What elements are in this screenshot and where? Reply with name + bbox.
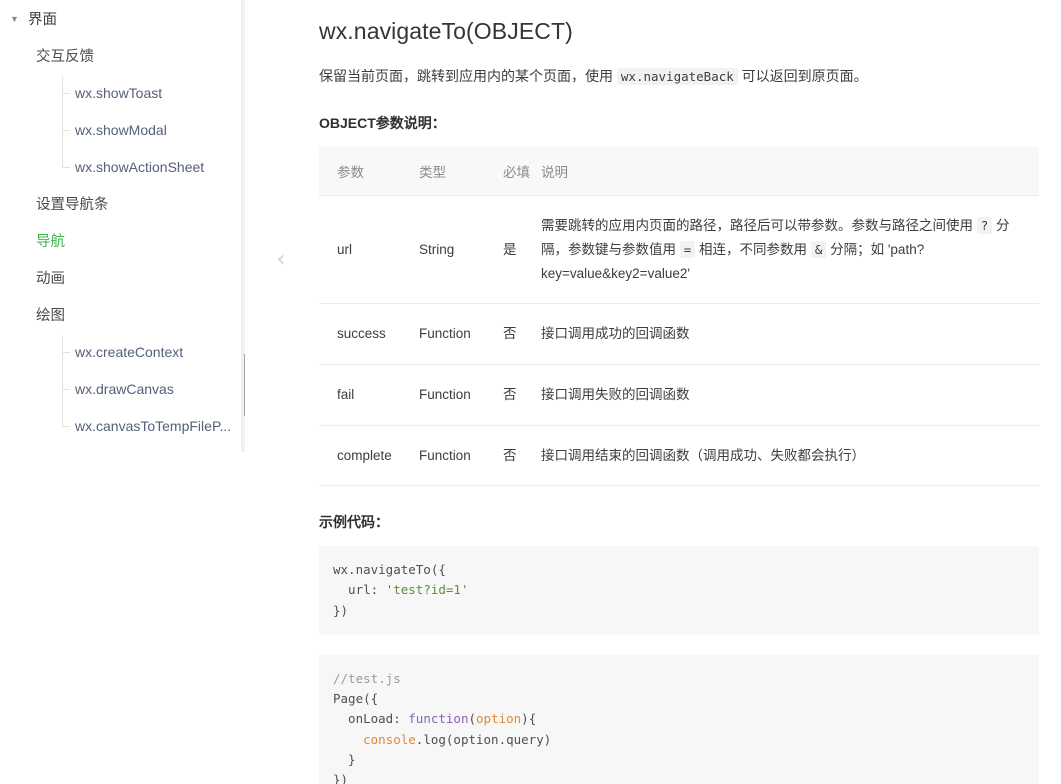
code1-token-str: 'test?id=1' — [385, 582, 469, 598]
sidebar-item-label: wx.showModal — [75, 121, 167, 138]
tree-guide-tick — [62, 166, 70, 168]
tree-guide-tick — [62, 351, 70, 353]
tree-guide-tick — [62, 388, 70, 390]
cell-param: success — [319, 303, 419, 365]
sidebar-item-1[interactable]: 交互反馈 — [0, 37, 245, 74]
cell-description: 接口调用失败的回调函数 — [541, 364, 1039, 426]
params-table-head: 参数 类型 必填 说明 — [319, 147, 1039, 197]
sidebar-item-5[interactable]: 设置导航条 — [0, 185, 245, 222]
chevron-down-icon[interactable]: ▼ — [10, 15, 22, 24]
sidebar-item-label: 绘图 — [36, 308, 65, 324]
sidebar-item-10[interactable]: wx.drawCanvas — [0, 370, 245, 407]
sidebar-item-8[interactable]: 绘图 — [0, 296, 245, 333]
example-code-heading: 示例代码： — [319, 514, 389, 531]
code2-token-var: option — [476, 711, 522, 727]
code2-token-com: //test.js — [333, 670, 401, 686]
sidebar-item-7[interactable]: 动画 — [0, 259, 245, 296]
cell-description: 接口调用成功的回调函数 — [541, 303, 1039, 365]
column-header-desc: 说明 — [541, 147, 1039, 197]
column-header-required: 必填 — [503, 147, 541, 197]
sidebar-scrollbar-track[interactable] — [241, 0, 245, 452]
table-row: url String 是需要跳转的应用内页面的路径，路径后可以带参数。参数与路径之间… — [319, 195, 1039, 305]
column-header-param: 参数 — [319, 147, 419, 197]
column-header-type: 类型 — [419, 147, 503, 197]
code-block-page-onload-example: //test.js Page({ onLoad: function(option… — [319, 654, 1039, 784]
sidebar-item-2[interactable]: wx.showToast — [0, 74, 245, 111]
page-title: wx.navigateTo(OBJECT) — [319, 18, 573, 44]
sidebar-item-label: wx.canvasToTempFileP... — [75, 417, 232, 434]
sidebar-item-label: wx.showActionSheet — [75, 158, 205, 175]
sidebar-item-label: 导航 — [36, 234, 65, 250]
cell-type: Function — [419, 425, 503, 487]
cell-description: 接口调用结束的回调函数（调用成功、失败都会执行） — [541, 425, 1039, 487]
cell-type: String — [419, 195, 503, 305]
sidebar-item-label: 动画 — [36, 271, 65, 287]
sidebar-item-9[interactable]: wx.createContext — [0, 333, 245, 370]
table-row: fail Function 否接口调用失败的回调函数 — [319, 364, 1039, 426]
tree-guide-tick — [62, 425, 70, 427]
cell-required: 否 — [503, 425, 541, 487]
object-params-heading: OBJECT参数说明： — [319, 115, 446, 132]
sidebar-item-label: wx.showToast — [75, 84, 163, 101]
description-text-before: 保留当前页面，跳转到应用内的某个页面，使用 — [319, 68, 617, 84]
description-text-after: 可以返回到原页面。 — [737, 68, 868, 84]
cell-param: url — [319, 195, 419, 305]
tree-guide-line — [62, 76, 63, 167]
inline-code: ? — [976, 217, 993, 235]
cell-type: Function — [419, 303, 503, 365]
sidebar-collapse-chevron-left-icon[interactable]: ‹ — [268, 243, 294, 277]
sidebar-item-label: 界面 — [28, 12, 57, 28]
cell-param: complete — [319, 425, 419, 487]
page-description: 保留当前页面，跳转到应用内的某个页面，使用 wx.navigateBack 可以… — [319, 65, 1040, 87]
sidebar-item-6[interactable]: 导航 — [0, 222, 245, 259]
sidebar-item-label: wx.createContext — [75, 343, 184, 360]
table-row: complete Function 否接口调用结束的回调函数（调用成功、失败都会执行… — [319, 425, 1039, 487]
cell-description: 需要跳转的应用内页面的路径，路径后可以带参数。参数与路径之间使用 ? 分隔，参数… — [541, 195, 1039, 305]
table-header-row: 参数 类型 必填 说明 — [319, 147, 1039, 197]
scroll-up-arrow-icon[interactable] — [242, 2, 245, 18]
code-block-spacer — [319, 635, 1040, 641]
tree-guide-tick — [62, 129, 70, 131]
cell-param: fail — [319, 364, 419, 426]
documentation-page: ▼ 界面交互反馈 wx.showToast wx.showModal wx.showAc… — [0, 0, 1061, 784]
cell-required: 否 — [503, 303, 541, 365]
tree-guide-tick — [62, 92, 70, 94]
sidebar-item-4[interactable]: wx.showActionSheet — [0, 148, 245, 185]
params-table: 参数 类型 必填 说明 url String 是需要跳转的应用内页面的路径，路径后可… — [319, 147, 1039, 487]
table-row: success Function 否接口调用成功的回调函数 — [319, 303, 1039, 365]
inline-code: = — [679, 241, 696, 259]
sidebar-navigation-tree: ▼ 界面交互反馈 wx.showToast wx.showModal wx.showAc… — [0, 0, 245, 784]
sidebar-scrollbar-thumb[interactable] — [244, 354, 245, 416]
code2-token-kw: function — [408, 711, 469, 727]
cell-type: Function — [419, 364, 503, 426]
sidebar-item-0[interactable]: ▼ 界面 — [0, 0, 245, 37]
sidebar-item-11[interactable]: wx.canvasToTempFileP... — [0, 407, 245, 444]
sidebar-item-label: wx.drawCanvas — [75, 380, 174, 397]
code2-token-fn: console — [363, 731, 416, 747]
sidebar-item-3[interactable]: wx.showModal — [0, 111, 245, 148]
tree-guide-line — [62, 335, 63, 426]
sidebar-item-label: 交互反馈 — [36, 49, 94, 65]
params-table-body: url String 是需要跳转的应用内页面的路径，路径后可以带参数。参数与路径之间… — [319, 195, 1039, 487]
cell-required: 否 — [503, 364, 541, 426]
sidebar-item-label: 设置导航条 — [36, 197, 109, 213]
sidebar-tree-list: ▼ 界面交互反馈 wx.showToast wx.showModal wx.showAc… — [0, 0, 245, 444]
inline-code: & — [810, 241, 827, 259]
cell-required: 是 — [503, 195, 541, 305]
code-block-navigateto-example: wx.navigateTo({ url: 'test?id=1' }) — [319, 546, 1039, 635]
main-content: wx.navigateTo(OBJECT) 保留当前页面，跳转到应用内的某个页面… — [319, 0, 1061, 784]
inline-code-navigateback: wx.navigateBack — [616, 68, 738, 85]
